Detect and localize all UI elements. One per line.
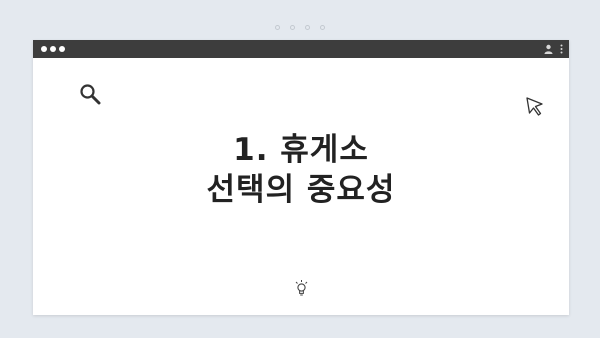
maximize-dot-button[interactable] bbox=[59, 46, 65, 52]
page-dot bbox=[275, 25, 280, 30]
page-dot bbox=[290, 25, 295, 30]
page-dot bbox=[320, 25, 325, 30]
user-icon[interactable] bbox=[544, 44, 553, 54]
lightbulb-icon bbox=[295, 280, 308, 296]
kebab-menu-icon[interactable] bbox=[560, 44, 563, 54]
window-controls bbox=[41, 46, 68, 52]
page-title-line-2: 선택의 중요성 bbox=[206, 172, 396, 208]
cursor-icon bbox=[526, 97, 543, 116]
browser-window: 1. 휴게소 선택의 중요성 bbox=[33, 40, 569, 315]
search-icon bbox=[80, 84, 101, 105]
page-title-line-1: 1. 휴게소 bbox=[233, 132, 369, 168]
page-dot bbox=[305, 25, 310, 30]
minimize-dot-button[interactable] bbox=[50, 46, 56, 52]
desktop-background: 1. 휴게소 선택의 중요성 bbox=[0, 0, 600, 338]
window-titlebar bbox=[33, 40, 569, 58]
page-indicator-dots bbox=[0, 25, 600, 30]
page-title: 1. 휴게소 선택의 중요성 bbox=[33, 130, 569, 210]
close-dot-button[interactable] bbox=[41, 46, 47, 52]
